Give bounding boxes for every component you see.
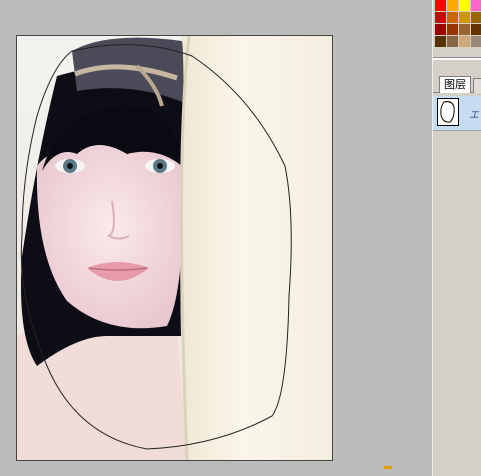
document-workspace	[0, 0, 432, 476]
color-swatch[interactable]	[435, 36, 446, 47]
color-swatch[interactable]	[435, 24, 446, 35]
panel-divider	[433, 57, 481, 60]
layer-name-label: エ	[469, 110, 479, 121]
color-swatch[interactable]	[459, 36, 470, 47]
layer-row-selected[interactable]: エ	[433, 96, 481, 131]
tab-layers[interactable]: 图层	[439, 76, 471, 93]
right-panel: 图层 エ	[432, 0, 481, 476]
tab-other[interactable]	[473, 78, 481, 93]
color-swatch[interactable]	[459, 12, 470, 23]
color-swatch[interactable]	[435, 12, 446, 23]
color-swatch[interactable]	[471, 0, 481, 11]
color-swatch[interactable]	[447, 0, 458, 11]
color-swatch[interactable]	[459, 0, 470, 11]
color-swatch[interactable]	[447, 12, 458, 23]
color-swatches	[435, 0, 481, 47]
color-swatch[interactable]	[471, 24, 481, 35]
status-marker	[384, 466, 392, 469]
color-swatch[interactable]	[471, 12, 481, 23]
color-swatch[interactable]	[447, 36, 458, 47]
color-swatch[interactable]	[435, 0, 446, 11]
color-swatch[interactable]	[471, 36, 481, 47]
color-swatch[interactable]	[459, 24, 470, 35]
layers-tabbar: 图层	[433, 74, 481, 93]
photo-artwork	[17, 36, 332, 460]
layer-thumbnail	[437, 98, 459, 126]
color-swatch[interactable]	[447, 24, 458, 35]
image-canvas[interactable]	[16, 35, 333, 461]
